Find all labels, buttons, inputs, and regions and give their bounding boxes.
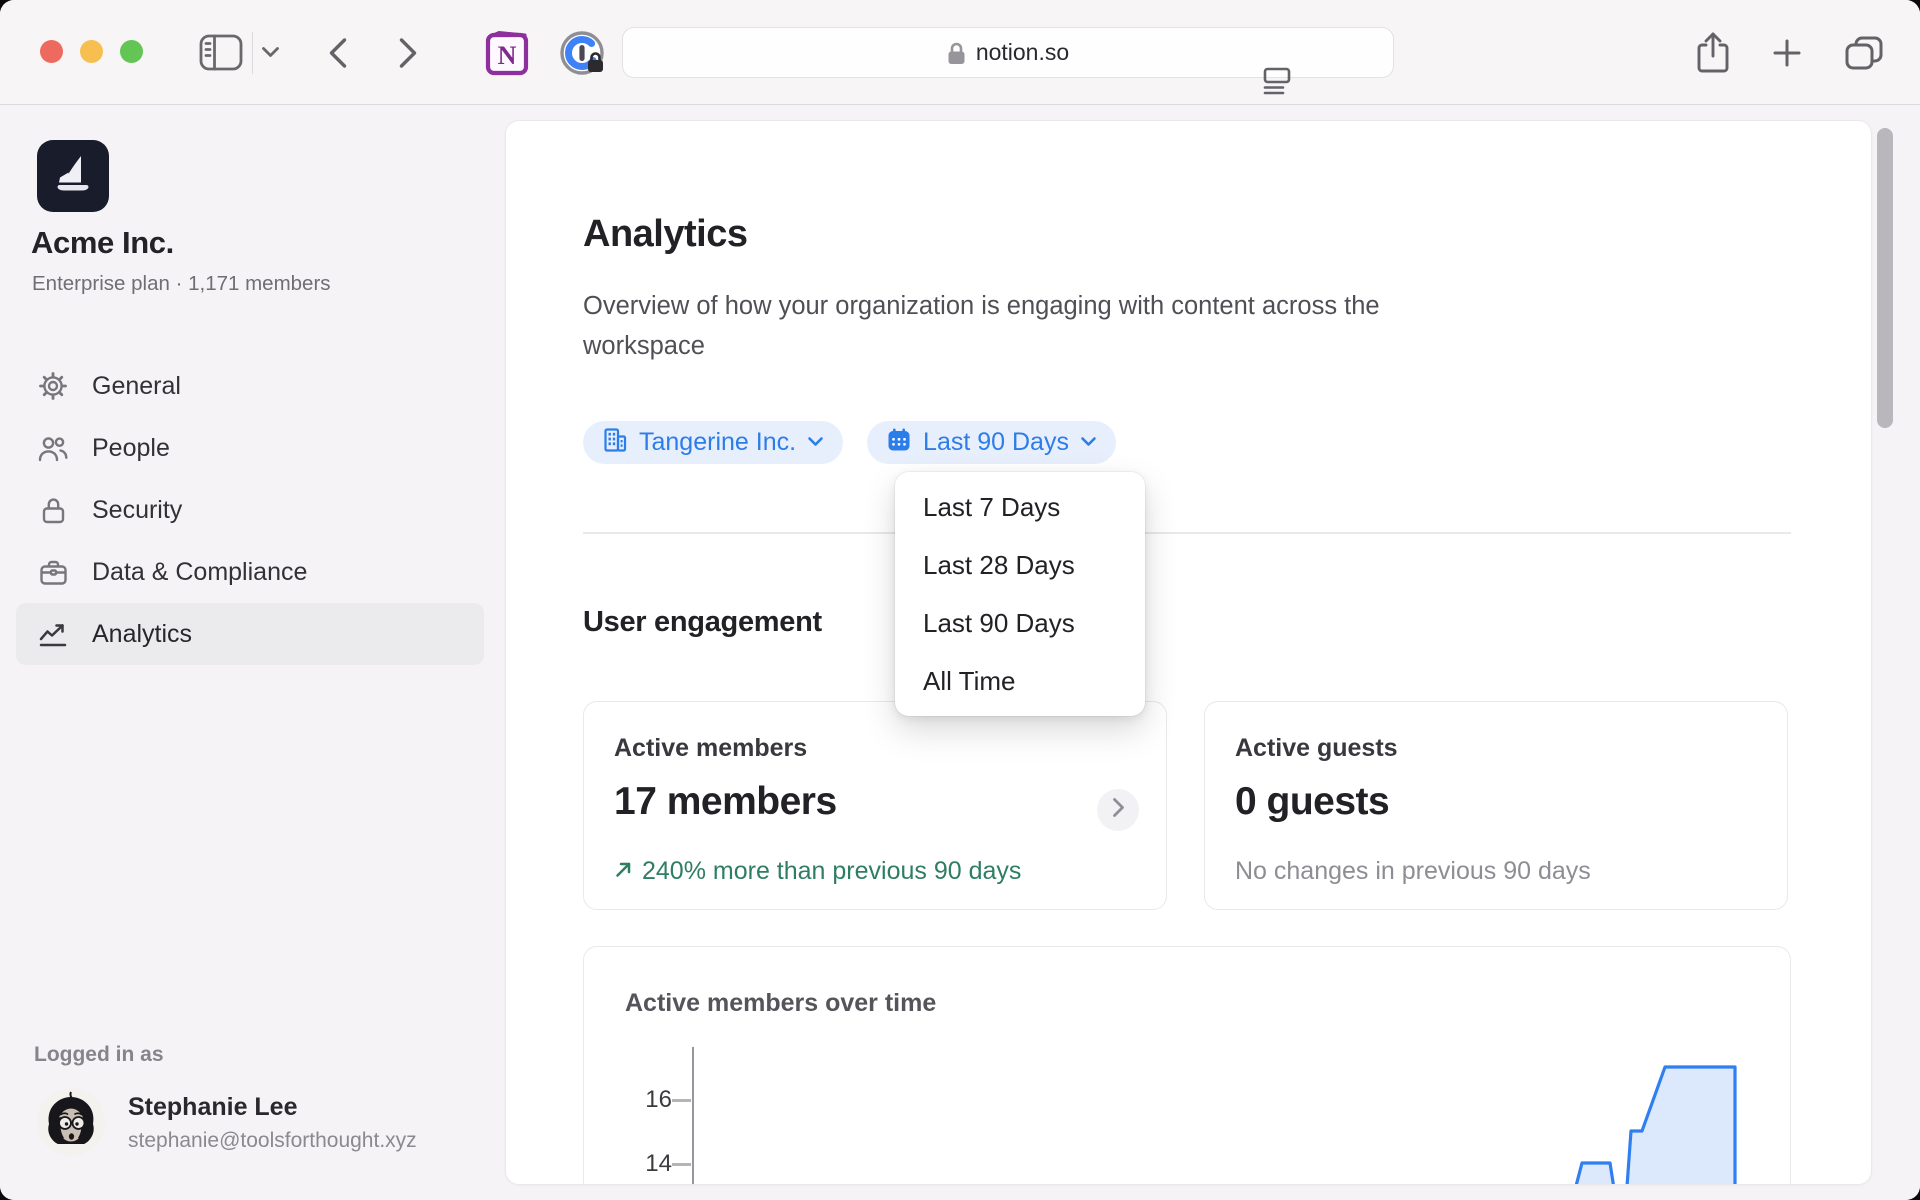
sidebar-item-label: General [92,372,181,401]
card-detail-button[interactable] [1097,789,1139,831]
card-value: 0 guests [1235,780,1757,824]
sidebar-item-label: Analytics [92,620,192,649]
toolbar-separator [252,32,253,74]
sidebar-item-label: Security [92,496,182,525]
lock-icon [947,41,966,65]
stat-cards: Active members 17 members 240% more than… [583,701,1788,910]
card-title: Active members [614,734,1136,763]
browser-toolbar: N [0,0,1920,105]
minimize-button[interactable] [80,40,103,63]
sidebar-item-label: People [92,434,170,463]
date-range-filter-chip[interactable]: Last 90 Days [867,421,1116,464]
card-change: 240% more than previous 90 days [614,857,1021,886]
new-tab-button[interactable] [1768,34,1806,72]
filter-chips: Tangerine Inc. [583,421,1116,464]
card-change: No changes in previous 90 days [1235,857,1591,886]
user-email: stephanie@toolsforthought.xyz [128,1129,417,1153]
section-divider [583,532,1791,534]
sidebar-toggle-button[interactable] [196,30,246,76]
sidebar-item-data-compliance[interactable]: Data & Compliance [16,541,484,603]
settings-nav: General People [16,355,484,665]
workspace-filter-label: Tangerine Inc. [639,428,796,457]
menu-item-all-time[interactable]: All Time [895,652,1145,710]
chart-title: Active members over time [625,989,936,1018]
page-description: Overview of how your organization is eng… [583,286,1503,366]
tabs-icon [1845,36,1883,70]
briefcase-icon [38,559,68,586]
chevron-right-icon [1112,797,1125,823]
workspace-name: Acme Inc. [31,225,174,261]
trend-chart-icon [38,621,68,648]
logged-in-label: Logged in as [34,1043,164,1067]
card-value: 17 members [614,780,1136,824]
menu-item-last-28-days[interactable]: Last 28 Days [895,536,1145,594]
calendar-icon [886,427,912,458]
sidebar-item-label: Data & Compliance [92,558,307,587]
page-title: Analytics [583,213,747,256]
window-controls [40,40,143,63]
members-line-chart [584,1042,1792,1185]
sidebar-item-analytics[interactable]: Analytics [16,603,484,665]
svg-text:N: N [498,41,517,70]
url-text: notion.so [976,39,1069,66]
zoom-button[interactable] [120,40,143,63]
user-name: Stephanie Lee [128,1093,298,1122]
plus-icon [1771,37,1803,69]
url-bar[interactable]: notion.so [622,27,1394,78]
chevron-left-icon [328,37,348,69]
people-icon [38,435,68,462]
onepassword-icon [558,29,608,79]
building-icon [602,427,628,458]
workspace-logo [37,140,109,212]
scrollbar-thumb[interactable] [1877,128,1893,428]
notion-icon: N [484,31,530,77]
chevron-down-icon [1080,434,1097,452]
page-content: Acme Inc. Enterprise plan · 1,171 member… [0,105,1920,1200]
active-members-card[interactable]: Active members 17 members 240% more than… [583,701,1167,910]
sidebar-item-general[interactable]: General [16,355,484,417]
sailboat-icon [48,149,98,204]
members-over-time-card: Active members over time 16 14 [583,946,1791,1185]
chevron-right-icon [398,37,418,69]
tab-overview-button[interactable] [1842,33,1886,73]
menu-item-last-7-days[interactable]: Last 7 Days [895,478,1145,536]
workspace-meta: Enterprise plan · 1,171 members [32,272,331,296]
forward-button[interactable] [392,34,424,72]
back-button[interactable] [322,34,354,72]
date-range-dropdown-menu: Last 7 Days Last 28 Days Last 90 Days Al… [895,472,1145,716]
lock-icon [38,496,68,525]
card-title: Active guests [1235,734,1757,763]
date-range-filter-label: Last 90 Days [923,428,1069,457]
close-button[interactable] [40,40,63,63]
workspace-filter-chip[interactable]: Tangerine Inc. [583,421,843,464]
analytics-panel: Analytics Overview of how your organizat… [505,120,1872,1185]
sidebar-item-security[interactable]: Security [16,479,484,541]
chevron-down-icon [807,434,824,452]
notion-extension-button[interactable]: N [482,29,532,79]
card-change-text: No changes in previous 90 days [1235,857,1591,886]
section-title: User engagement [583,606,822,639]
arrow-up-right-icon [614,857,633,886]
active-guests-card: Active guests 0 guests No changes in pre… [1204,701,1788,910]
sidebar-toggle-icon [199,34,243,72]
sidebar-menu-chevron[interactable] [256,42,284,62]
share-icon [1695,30,1731,76]
browser-window: N [0,0,1920,1200]
share-button[interactable] [1692,28,1734,78]
card-change-text: 240% more than previous 90 days [642,857,1021,886]
gear-icon [38,372,68,400]
chevron-down-icon [261,46,280,58]
onepassword-extension-button[interactable] [556,27,610,81]
user-avatar [37,1088,105,1156]
sidebar-item-people[interactable]: People [16,417,484,479]
menu-item-last-90-days[interactable]: Last 90 Days [895,594,1145,652]
